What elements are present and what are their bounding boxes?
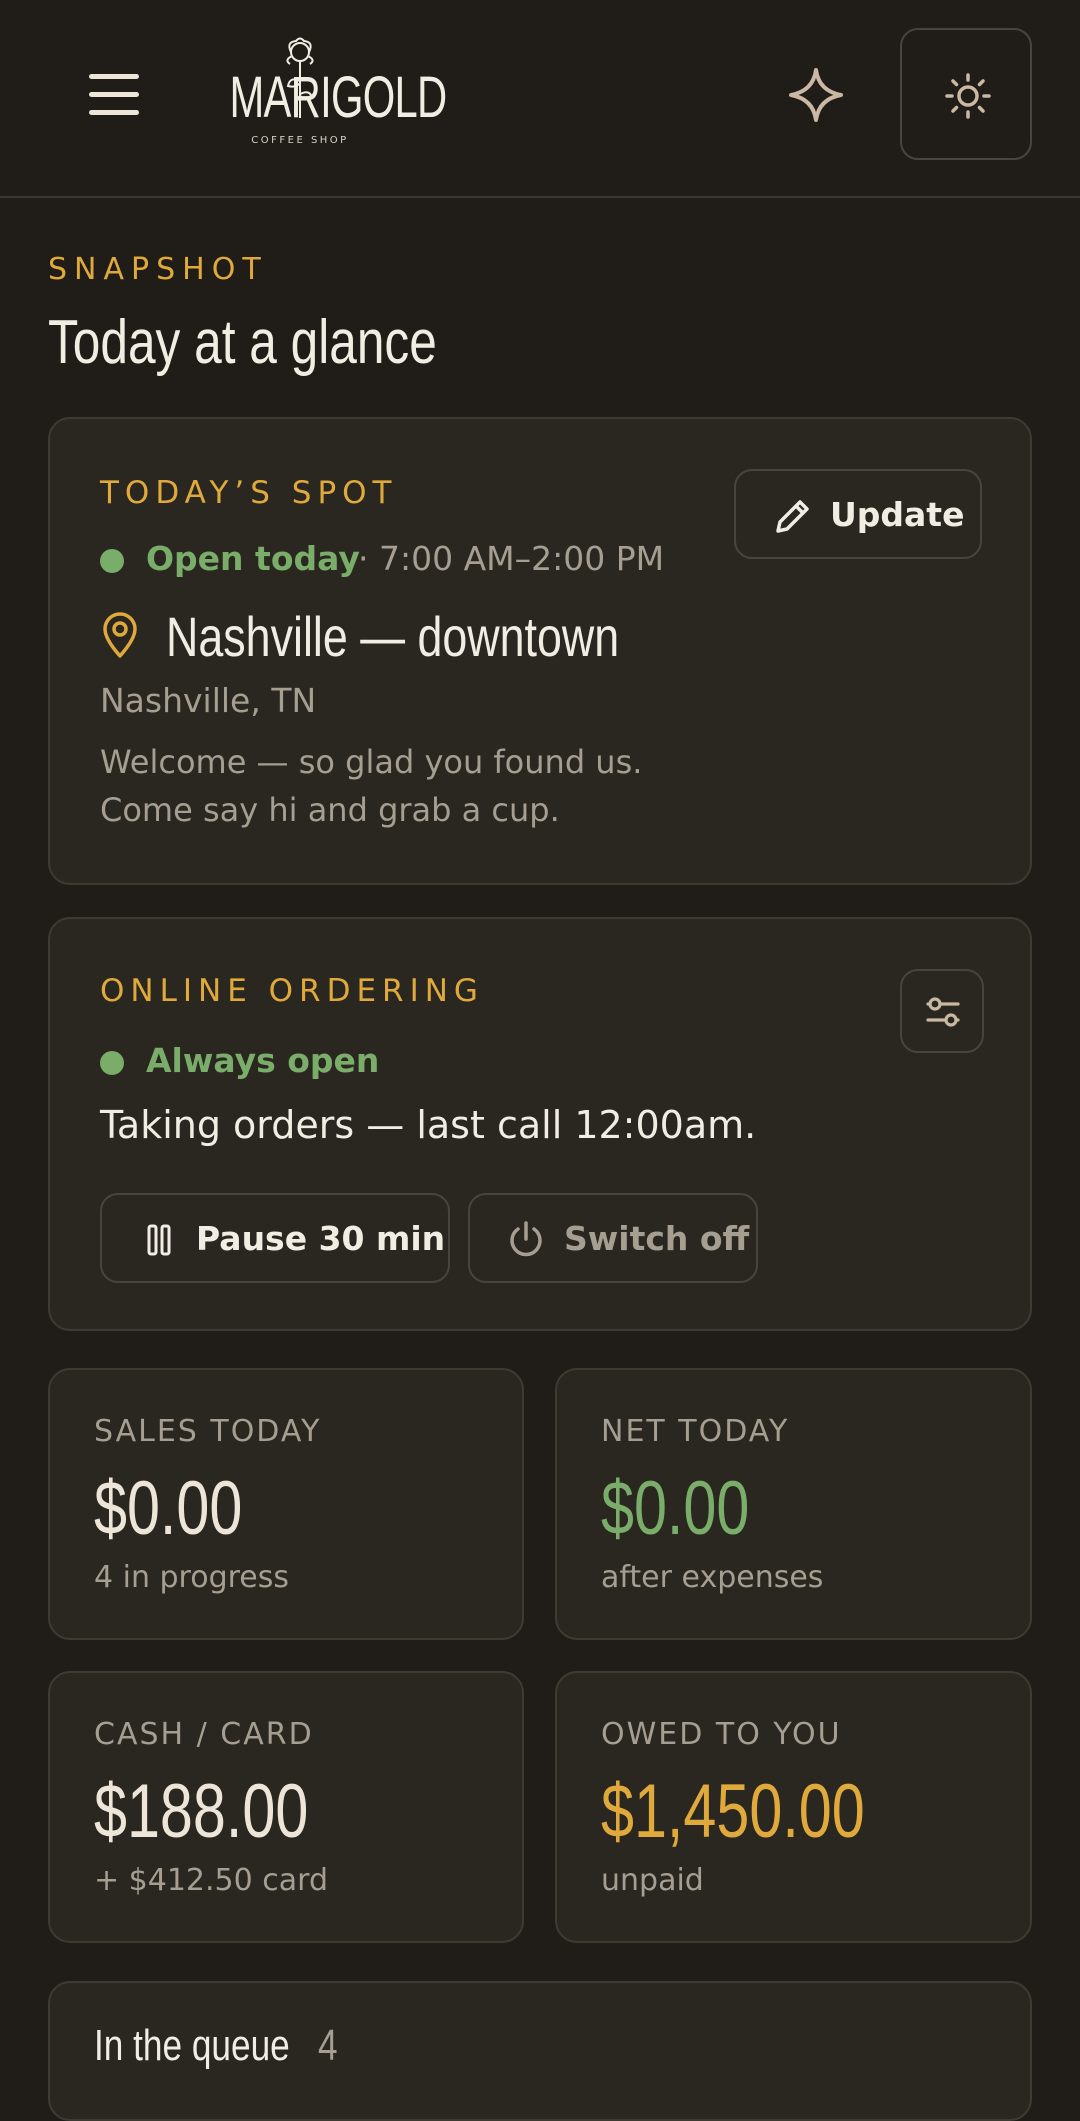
stat-label: CASH / CARD xyxy=(94,1717,314,1752)
stat-value: $188.00 xyxy=(94,1769,309,1854)
stat-card-net-today: NET TODAY $0.00 after expenses xyxy=(555,1368,1032,1640)
stat-subtext: after expenses xyxy=(601,1560,824,1595)
ordering-status-text: Always open xyxy=(146,1041,380,1080)
stat-card-cash-card: CASH / CARD $188.00 + $412.50 card xyxy=(48,1671,524,1943)
sun-icon xyxy=(945,73,991,119)
theme-toggle-button[interactable] xyxy=(900,28,1032,160)
stat-value: $0.00 xyxy=(94,1466,243,1551)
location-pin-icon xyxy=(103,612,137,658)
ordering-settings-button[interactable] xyxy=(900,969,984,1053)
stat-value: $0.00 xyxy=(601,1466,750,1551)
ordering-status-dot xyxy=(100,1051,124,1075)
pause-icon xyxy=(147,1224,171,1256)
sparkle-icon xyxy=(789,68,843,122)
stat-subtext: unpaid xyxy=(601,1863,704,1898)
top-bar: MARIGOLD COFFEE SHOP xyxy=(0,0,1080,198)
queue-card: In the queue 4 xyxy=(48,1981,1032,2121)
sparkle-button[interactable] xyxy=(785,64,847,126)
logo[interactable]: MARIGOLD COFFEE SHOP xyxy=(202,36,447,152)
stat-label: NET TODAY xyxy=(601,1414,790,1449)
switch-off-button[interactable]: Switch off xyxy=(468,1193,758,1283)
hours-text: · 7:00 AM–2:00 PM xyxy=(358,539,665,578)
online-ordering-card: ONLINE ORDERING Always open Taking order… xyxy=(48,917,1032,1331)
stat-subtext: + $412.50 card xyxy=(94,1863,328,1898)
stat-card-sales-today: SALES TODAY $0.00 4 in progress xyxy=(48,1368,524,1640)
stat-label: OWED TO YOU xyxy=(601,1717,842,1752)
todays-spot-card: TODAY’S SPOT Update Open today · 7:00 AM… xyxy=(48,417,1032,885)
switch-off-button-label: Switch off xyxy=(564,1219,750,1258)
logo-subtitle: COFFEE SHOP xyxy=(251,135,349,146)
power-icon xyxy=(510,1221,542,1257)
page-title: Today at a glance xyxy=(48,308,437,377)
hamburger-menu-icon[interactable] xyxy=(89,74,139,116)
stat-value: $1,450.00 xyxy=(601,1769,865,1854)
pause-30-min-button[interactable]: Pause 30 min xyxy=(100,1193,450,1283)
update-button-label: Update xyxy=(830,495,965,534)
logo-wordmark: MARIGOLD xyxy=(229,65,447,130)
online-ordering-label: ONLINE ORDERING xyxy=(100,973,484,1009)
queue-count: 4 xyxy=(318,2021,338,2070)
location-city: Nashville, TN xyxy=(100,681,317,720)
stat-subtext: 4 in progress xyxy=(94,1560,290,1595)
open-status-text: Open today xyxy=(146,539,360,578)
section-eyebrow: SNAPSHOT xyxy=(48,252,268,287)
sliders-icon xyxy=(926,997,960,1027)
pencil-icon xyxy=(776,500,809,533)
location-name: Nashville — downtown xyxy=(166,605,620,668)
stat-card-owed-to-you: OWED TO YOU $1,450.00 unpaid xyxy=(555,1671,1032,1943)
queue-title: In the queue xyxy=(94,2021,290,2070)
welcome-message-line2: Come say hi and grab a cup. xyxy=(100,791,560,829)
ordering-description: Taking orders — last call 12:00am. xyxy=(100,1103,757,1147)
pause-button-label: Pause 30 min xyxy=(196,1219,446,1258)
welcome-message-line1: Welcome — so glad you found us. xyxy=(100,743,643,781)
open-status-dot xyxy=(100,549,124,573)
todays-spot-label: TODAY’S SPOT xyxy=(100,475,398,511)
update-button[interactable]: Update xyxy=(734,469,982,559)
stat-label: SALES TODAY xyxy=(94,1414,322,1449)
